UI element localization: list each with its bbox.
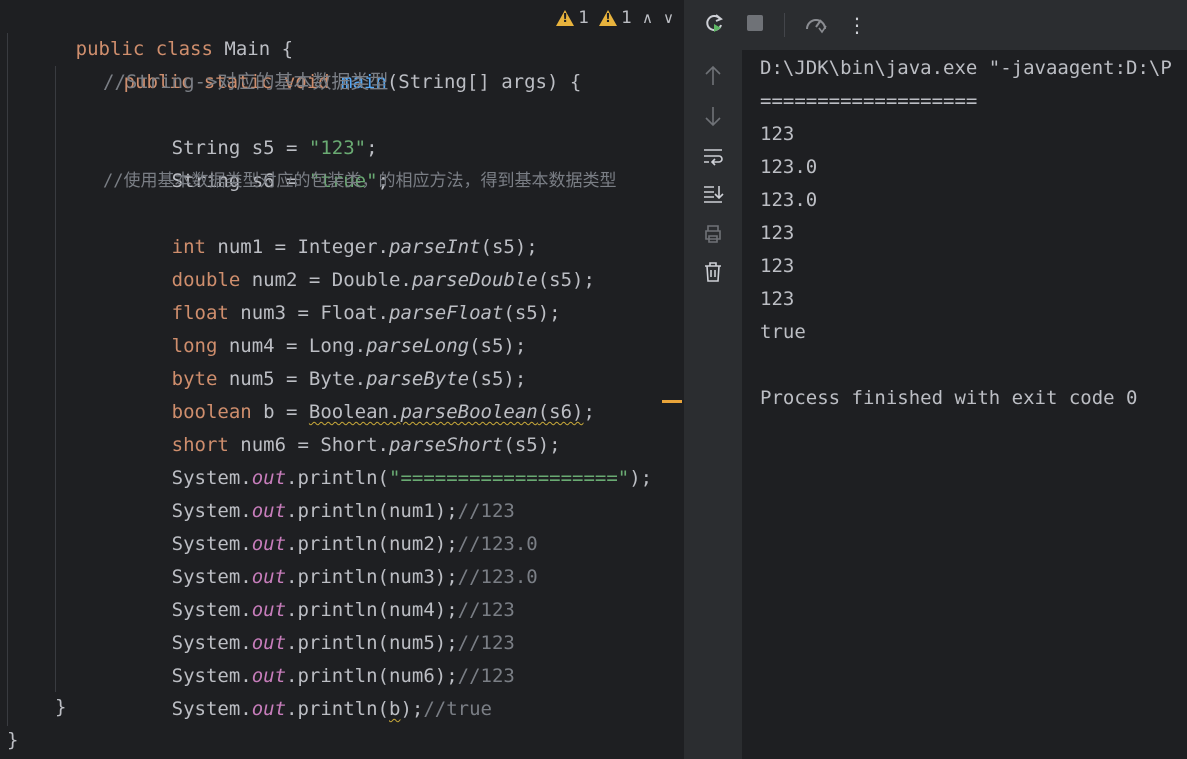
- closing-brace: }: [55, 696, 67, 718]
- warning-counter[interactable]: 1: [556, 8, 589, 28]
- code-line: System.out.println(num4);//123: [103, 561, 515, 621]
- coverage-icon[interactable]: [803, 11, 829, 39]
- code-line: System.out.println(num2);//123.0: [103, 495, 538, 555]
- code-line: System.out.println(num1);//123: [103, 462, 515, 522]
- code-line: double num2 = Double.parseDouble(s5);: [103, 231, 595, 291]
- code-line: System.out.println(num6);//123: [103, 627, 515, 687]
- code-line: String s6 = "true";: [103, 132, 389, 192]
- warning-icon: [556, 10, 575, 26]
- console-line: true: [760, 321, 806, 343]
- code-text: System.: [171, 698, 252, 720]
- code-text: (String[] args) {: [386, 71, 582, 93]
- arrow-down-icon[interactable]: [684, 104, 742, 133]
- run-toolbar: ⋮: [684, 0, 1187, 50]
- comment-line: //使用基本数据类型对应的包装类，的相应方法，得到基本数据类型: [103, 171, 617, 191]
- rerun-icon[interactable]: [702, 11, 726, 39]
- comment-line: //String->对应的基本数据类型: [103, 71, 389, 93]
- code-line: System.out.println("==================="…: [103, 429, 652, 489]
- code-line: System.out.println(b);//true: [103, 660, 492, 720]
- chevron-up-icon[interactable]: ∧: [642, 9, 653, 27]
- console-line: 123.0: [760, 156, 818, 178]
- console-line: 123: [760, 288, 795, 310]
- code-text: );: [629, 467, 653, 489]
- console-line: D:\JDK\bin\java.exe "-javaagent:D:\P: [760, 57, 1172, 79]
- toolbar-separator: [784, 13, 785, 37]
- inspection-widget[interactable]: 1 1 ∧ ∨: [556, 4, 674, 32]
- code-text: );: [400, 698, 424, 720]
- code-line: public class Main {: [7, 0, 293, 60]
- code-text: b: [389, 698, 401, 720]
- code-line: short num6 = Short.parseShort(s5);: [103, 396, 561, 456]
- code-line: System.out.println(num5);//123: [103, 594, 515, 654]
- code-line: System.out.println(num3);//123.0: [103, 528, 538, 588]
- comment: //true: [423, 698, 492, 720]
- scrollbar-warning-marker[interactable]: [662, 400, 682, 403]
- process-finished-message: Process finished with exit code 0: [760, 387, 1138, 409]
- arrow-up-icon[interactable]: [684, 64, 742, 93]
- code-line: byte num5 = Byte.parseByte(s5);: [103, 330, 527, 390]
- stop-icon[interactable]: [744, 12, 766, 38]
- console-line: 123: [760, 255, 795, 277]
- chevron-down-icon[interactable]: ∨: [663, 9, 674, 27]
- print-icon[interactable]: [684, 222, 742, 251]
- code-line: String s5 = "123";: [103, 99, 378, 159]
- code-line: int num1 = Integer.parseInt(s5);: [103, 198, 538, 258]
- console-output[interactable]: D:\JDK\bin\java.exe "-javaagent:D:\P ===…: [742, 50, 1187, 759]
- more-vertical-icon[interactable]: ⋮: [847, 13, 867, 37]
- scroll-to-end-icon[interactable]: [684, 182, 742, 211]
- code-line: public static void main(String[] args) {: [55, 33, 582, 93]
- static-field: out: [251, 698, 287, 720]
- ide-window: 1 1 ∧ ∨ public class Main { public stati…: [0, 0, 1187, 759]
- console-line: ===================: [760, 90, 978, 112]
- code-line: float num3 = Float.parseFloat(s5);: [103, 264, 561, 324]
- code-editor[interactable]: 1 1 ∧ ∨ public class Main { public stati…: [0, 0, 684, 759]
- run-side-toolbar: [684, 50, 742, 759]
- code-text: ;: [583, 401, 595, 423]
- weak-warning-count: 1: [621, 8, 633, 28]
- warning-count: 1: [578, 8, 590, 28]
- trash-icon[interactable]: [684, 260, 742, 289]
- console-line: 123: [760, 123, 795, 145]
- soft-wrap-icon[interactable]: [684, 144, 742, 173]
- code-line: long num4 = Long.parseLong(s5);: [103, 297, 527, 357]
- weak-warning-icon: [599, 10, 618, 26]
- weak-warning-counter[interactable]: 1: [599, 8, 632, 28]
- code-line: boolean b = Boolean.parseBoolean(s6);: [103, 363, 595, 423]
- code-text: .println(: [286, 698, 389, 720]
- closing-brace: }: [7, 729, 19, 751]
- indent-guide: [7, 33, 8, 726]
- console-line: 123: [760, 222, 795, 244]
- console-line: 123.0: [760, 189, 818, 211]
- indent-guide: [55, 66, 56, 692]
